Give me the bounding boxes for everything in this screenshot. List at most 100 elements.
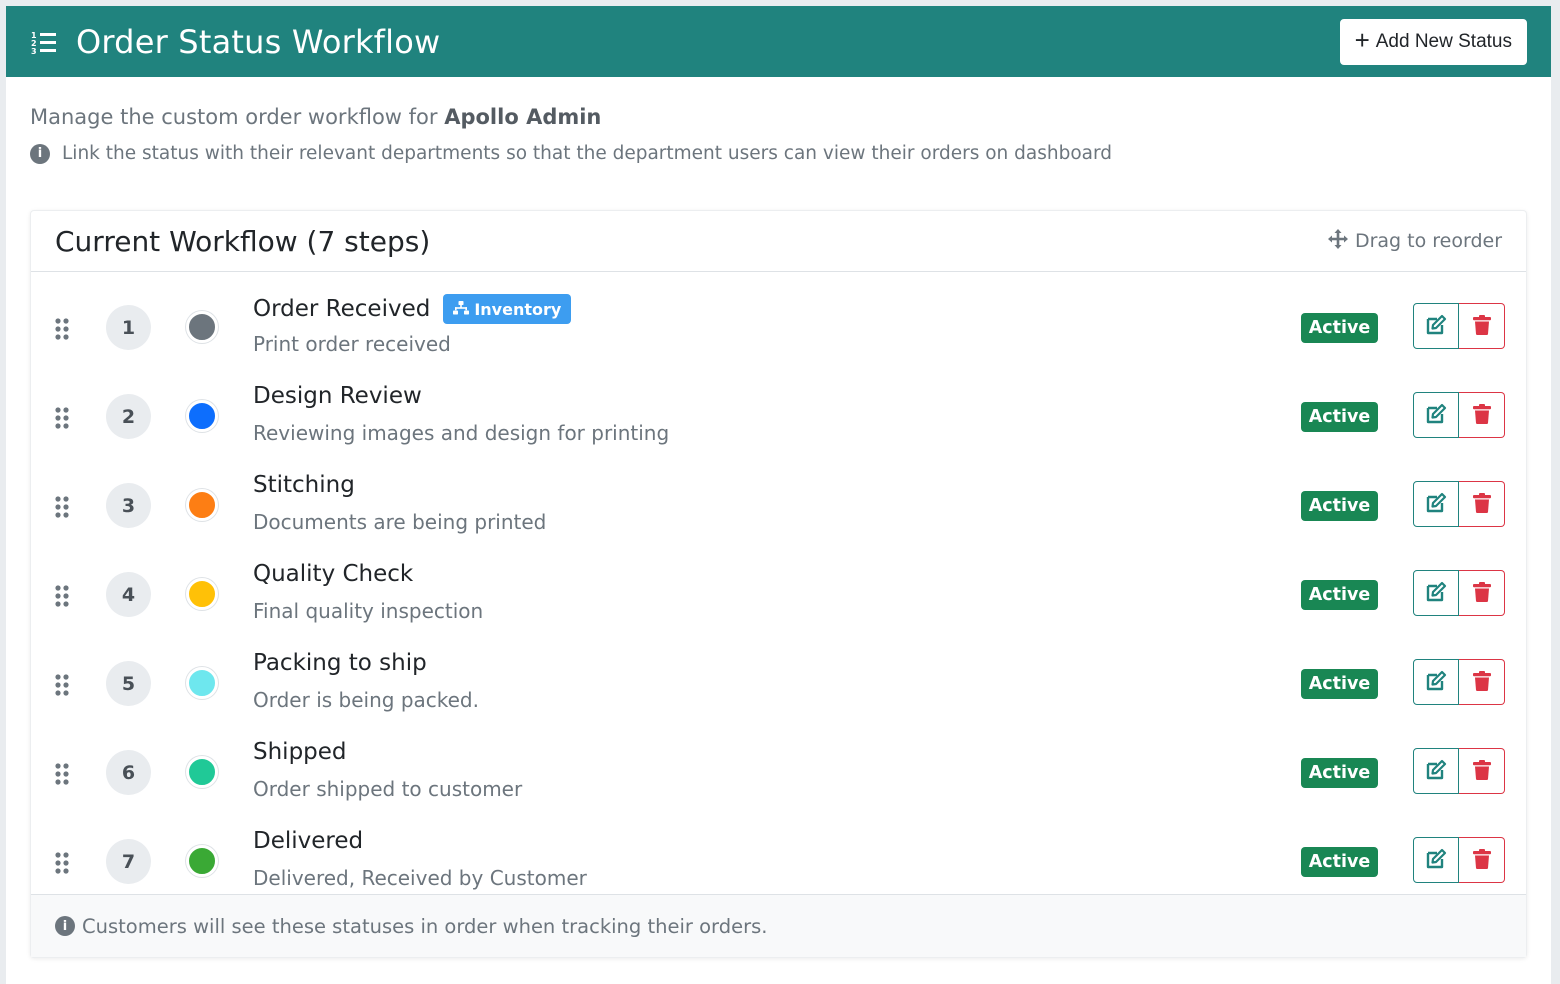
step-number: 3	[106, 483, 151, 528]
status-name: Design Review	[253, 383, 422, 409]
manage-text: Manage the custom order workflow for Apo…	[30, 105, 1527, 129]
edit-status-button[interactable]	[1413, 481, 1459, 527]
status-description: Print order received	[253, 332, 451, 356]
edit-icon	[1425, 403, 1447, 428]
add-new-status-button[interactable]: + Add New Status	[1339, 18, 1527, 65]
step-number: 4	[106, 572, 151, 617]
list-ol-icon: 1 2 3	[30, 28, 58, 56]
trash-icon	[1472, 848, 1492, 873]
trash-icon	[1472, 403, 1492, 428]
edit-icon	[1425, 581, 1447, 606]
hint-text: Link the status with their relevant depa…	[62, 143, 1113, 164]
edit-status-button[interactable]	[1413, 837, 1459, 883]
status-color-swatch	[186, 756, 218, 788]
status-row[interactable]: 3 Stitching Documents are being printed …	[31, 458, 1526, 547]
drag-handle-icon[interactable]	[54, 318, 70, 340]
arrows-move-icon	[1327, 228, 1349, 255]
status-name-line: Shipped	[253, 739, 347, 765]
edit-icon	[1425, 314, 1447, 339]
step-number: 5	[106, 661, 151, 706]
status-active-badge: Active	[1301, 580, 1378, 610]
department-hint: i Link the status with their relevant de…	[30, 143, 1527, 164]
trash-icon	[1472, 492, 1492, 517]
status-name-line: Quality Check	[253, 561, 413, 587]
step-number: 7	[106, 839, 151, 884]
footer-note: Customers will see these statuses in ord…	[82, 914, 768, 938]
trash-icon	[1472, 759, 1492, 784]
status-color-swatch	[186, 845, 218, 877]
delete-status-button[interactable]	[1459, 837, 1505, 883]
row-actions	[1413, 481, 1505, 527]
delete-status-button[interactable]	[1459, 659, 1505, 705]
status-name: Delivered	[253, 828, 364, 854]
status-active-badge: Active	[1301, 847, 1378, 877]
edit-status-button[interactable]	[1413, 659, 1459, 705]
header-title-group: 1 2 3 Order Status Workflow	[30, 23, 440, 61]
edit-status-button[interactable]	[1413, 570, 1459, 616]
workflow-card-footer: i Customers will see these statuses in o…	[31, 894, 1526, 957]
row-actions	[1413, 392, 1505, 438]
status-active-badge: Active	[1301, 402, 1378, 432]
status-row[interactable]: 7 Delivered Delivered, Received by Custo…	[31, 814, 1526, 903]
status-description: Documents are being printed	[253, 510, 547, 534]
trash-icon	[1472, 581, 1492, 606]
workflow-card: Current Workflow (7 steps) Drag to reord…	[30, 210, 1527, 958]
department-badge-label: Inventory	[474, 299, 562, 319]
trash-icon	[1472, 314, 1492, 339]
status-row[interactable]: 6 Shipped Order shipped to customer Acti…	[31, 725, 1526, 814]
company-name: Apollo Admin	[444, 105, 602, 129]
status-description: Order shipped to customer	[253, 777, 523, 801]
status-name: Quality Check	[253, 561, 414, 587]
delete-status-button[interactable]	[1459, 303, 1505, 349]
status-name: Stitching	[253, 472, 355, 498]
status-row[interactable]: 4 Quality Check Final quality inspection…	[31, 547, 1526, 636]
status-description: Delivered, Received by Customer	[253, 866, 587, 890]
department-badge: Inventory	[443, 294, 572, 324]
drag-handle-icon[interactable]	[54, 496, 70, 518]
drag-handle-icon[interactable]	[54, 407, 70, 429]
status-description: Final quality inspection	[253, 599, 484, 623]
delete-status-button[interactable]	[1459, 748, 1505, 794]
drag-handle-icon[interactable]	[54, 674, 70, 696]
status-row[interactable]: 2 Design Review Reviewing images and des…	[31, 369, 1526, 458]
delete-status-button[interactable]	[1459, 481, 1505, 527]
row-actions	[1413, 748, 1505, 794]
row-actions	[1413, 659, 1505, 705]
info-icon: i	[30, 143, 50, 164]
drag-handle-icon[interactable]	[54, 763, 70, 785]
row-actions	[1413, 570, 1505, 616]
page-header: 1 2 3 Order Status Workflow + Add New St…	[6, 6, 1551, 77]
svg-text:3: 3	[31, 47, 37, 54]
edit-icon	[1425, 759, 1447, 784]
status-active-badge: Active	[1301, 669, 1378, 699]
drag-handle-icon[interactable]	[54, 852, 70, 874]
manage-prefix: Manage the custom order workflow for	[30, 105, 438, 129]
status-description: Reviewing images and design for printing	[253, 421, 670, 445]
edit-icon	[1425, 670, 1447, 695]
workflow-card-header: Current Workflow (7 steps) Drag to reord…	[31, 211, 1526, 272]
sitemap-icon	[453, 300, 470, 319]
step-number: 6	[106, 750, 151, 795]
workflow-title: Current Workflow (7 steps)	[55, 224, 431, 258]
status-name: Shipped	[253, 739, 347, 765]
status-name-line: Stitching	[253, 472, 355, 498]
status-name-line: Delivered	[253, 828, 363, 854]
status-description: Order is being packed.	[253, 688, 479, 712]
status-name-line: Order Received Inventory	[253, 294, 572, 324]
page-title: Order Status Workflow	[76, 22, 441, 61]
edit-icon	[1425, 492, 1447, 517]
edit-status-button[interactable]	[1413, 748, 1459, 794]
plus-icon: +	[1354, 25, 1370, 55]
status-active-badge: Active	[1301, 491, 1378, 521]
edit-status-button[interactable]	[1413, 303, 1459, 349]
status-name: Order Received	[253, 296, 431, 322]
edit-status-button[interactable]	[1413, 392, 1459, 438]
status-color-swatch	[186, 311, 218, 343]
delete-status-button[interactable]	[1459, 392, 1505, 438]
row-actions	[1413, 303, 1505, 349]
delete-status-button[interactable]	[1459, 570, 1505, 616]
status-row[interactable]: 5 Packing to ship Order is being packed.…	[31, 636, 1526, 725]
status-color-swatch	[186, 489, 218, 521]
drag-handle-icon[interactable]	[54, 585, 70, 607]
status-row[interactable]: 1 Order Received Inventory Print order r…	[31, 280, 1526, 369]
